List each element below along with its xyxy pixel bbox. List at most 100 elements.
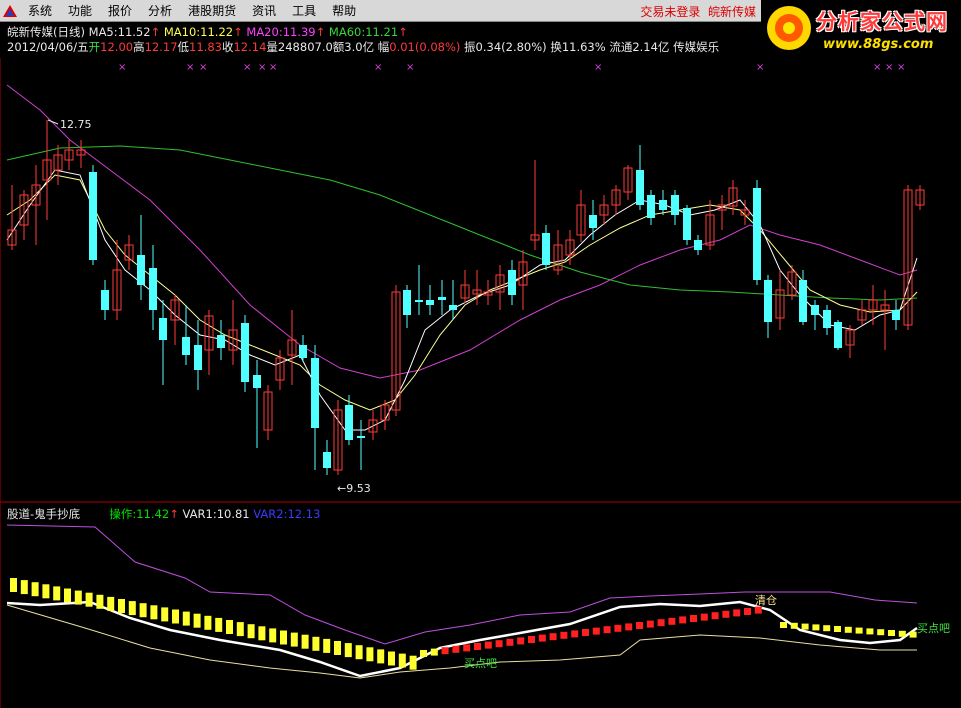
label-buy-1: 买点吧 <box>464 657 497 670</box>
red-bar <box>690 615 697 622</box>
yellow-bar <box>834 626 841 632</box>
yellow-bar <box>85 592 93 607</box>
candle-body <box>253 375 261 388</box>
candle-body <box>753 188 761 280</box>
candle-body <box>694 240 702 250</box>
yellow-bar <box>344 643 352 658</box>
red-bar <box>754 606 762 614</box>
candle-body <box>834 322 842 348</box>
yellow-bar <box>172 609 179 624</box>
yellow-bar <box>20 580 28 595</box>
yellow-bar <box>182 611 190 626</box>
candle-body <box>194 345 202 370</box>
yellow-bar <box>823 625 831 632</box>
candle-body <box>159 318 167 340</box>
var1-value: 10.81 <box>216 507 250 521</box>
red-bar <box>603 626 611 634</box>
yellow-bar <box>128 601 136 616</box>
red-bar <box>744 608 751 615</box>
candle-body <box>508 270 516 295</box>
candle-body <box>892 310 900 320</box>
yellow-bar <box>193 613 201 628</box>
yellow-bar <box>10 578 17 592</box>
signal-mark: × <box>374 62 382 73</box>
candle-body <box>647 195 655 218</box>
red-bar <box>592 627 600 635</box>
yellow-bar <box>355 645 363 660</box>
red-bar <box>484 641 492 649</box>
candle-body <box>671 195 679 215</box>
candlesticks <box>7 120 925 475</box>
candle-body <box>449 305 457 310</box>
candle-body <box>589 215 597 228</box>
red-bar <box>506 638 514 646</box>
red-bar <box>452 645 460 653</box>
yellow-bar <box>236 622 244 637</box>
yellow-bar <box>409 655 417 670</box>
signal-mark: × <box>594 62 602 73</box>
signal-mark: × <box>118 62 126 73</box>
red-bar <box>733 609 741 617</box>
candle-body <box>438 297 446 300</box>
indicator-header: 股道-鬼手抄底 操作:11.42↑ VAR1:10.81 VAR2:12.13 <box>7 506 320 522</box>
yellow-bar <box>301 634 309 649</box>
yellow-bar <box>161 607 169 622</box>
candle-body <box>182 337 190 355</box>
yellow-bar <box>377 649 385 664</box>
yellow-bar <box>312 636 320 651</box>
yellow-bar <box>139 603 147 618</box>
signal-marks: × × × × × × × × × × × × × <box>118 62 905 73</box>
signal-mark: × <box>406 62 414 73</box>
candle-body <box>101 290 109 310</box>
candle-body <box>403 290 411 315</box>
candle-body <box>811 305 819 315</box>
signal-mark: × <box>199 62 207 73</box>
signal-mark: × <box>186 62 194 73</box>
yellow-bar <box>247 624 255 639</box>
red-bar <box>679 616 687 624</box>
candle-body <box>659 200 667 210</box>
red-bar <box>495 640 503 648</box>
yellow-bar <box>74 590 82 605</box>
red-bar <box>668 617 676 625</box>
yellow-bar <box>53 586 61 601</box>
yellow-bar <box>855 627 863 634</box>
indicator-name[interactable]: 股道-鬼手抄底 <box>7 507 80 521</box>
red-bar <box>538 634 546 642</box>
red-bar <box>517 637 525 645</box>
yellow-bar <box>258 626 266 641</box>
yellow-bar <box>866 628 874 635</box>
yellow-bar <box>269 628 277 643</box>
candle-body <box>89 172 97 260</box>
yellow-bar <box>801 623 809 630</box>
yellow-bar <box>107 596 115 611</box>
yellow-bar <box>909 631 917 638</box>
signal-mark: × <box>269 62 277 73</box>
red-bar <box>549 633 557 641</box>
op-value: 11.42 <box>136 507 170 521</box>
ma20-line <box>6 84 918 379</box>
op-label: 操作: <box>109 507 137 521</box>
red-bar <box>657 619 665 627</box>
var1-label: VAR1: <box>182 507 217 521</box>
var2-label: VAR2: <box>253 507 288 521</box>
signal-mark: × <box>243 62 251 73</box>
yellow-bar <box>96 594 104 609</box>
candle-body <box>241 323 249 382</box>
candle-body <box>357 436 365 438</box>
red-bar <box>636 622 643 629</box>
signal-mark: × <box>258 62 266 73</box>
candle-body <box>764 280 772 322</box>
yellow-bar <box>323 638 331 653</box>
kline-chart[interactable]: × × × × × × × × × × × × × 12.75 ←9.53 清仓 买点吧 买点吧 <box>0 0 961 708</box>
yellow-bar <box>290 632 298 647</box>
yellow-bar <box>31 582 39 597</box>
signal-mark: × <box>873 62 881 73</box>
label-clear: 清仓 <box>755 593 777 607</box>
yellow-bar <box>388 651 395 666</box>
yellow-bar <box>812 624 820 631</box>
yellow-bar <box>226 620 233 634</box>
op-arrow-icon: ↑ <box>169 507 179 521</box>
red-bar <box>625 623 633 631</box>
candle-body <box>217 335 225 348</box>
